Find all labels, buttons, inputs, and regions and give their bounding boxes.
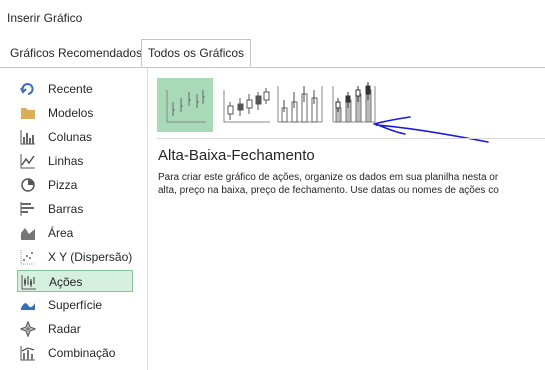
subtype-volume-high-low-close[interactable] [272,78,328,132]
window-title: Inserir Gráfico [7,11,83,25]
volume-high-low-close-icon [277,86,323,123]
description-line: Para criar este gráfico de ações, organi… [158,172,499,183]
subtype-open-high-low-close[interactable] [218,78,274,132]
sidebar-item-radar[interactable]: Radar [17,318,133,340]
high-low-close-icon [166,90,206,123]
sidebar-item-label: Barras [48,202,84,216]
sidebar-item-label: Linhas [48,154,84,168]
chart-type-sidebar: Recente Modelos Colunas Linhas Pizza Bar… [0,68,148,370]
sidebar-item-bars[interactable]: Barras [17,198,133,220]
sidebar-item-label: Ações [49,275,83,289]
chart-subtype-description: Para criar este gráfico de ações, organi… [158,171,545,197]
sidebar-item-area[interactable]: Área [17,222,133,244]
sidebar-item-label: Radar [48,322,81,336]
sidebar-item-label: X Y (Dispersão) [48,250,133,264]
tab-bar: Gráficos Recomendados Todos os Gráficos [0,38,545,68]
subtype-high-low-close[interactable] [157,78,213,132]
all-charts-panel: Recente Modelos Colunas Linhas Pizza Bar… [0,68,545,370]
combo-chart-icon [20,346,35,361]
sidebar-item-label: Pizza [48,178,78,192]
annotation-arrow [373,116,489,143]
stock-chart-icon [21,275,36,290]
folder-icon [21,108,35,119]
sidebar-item-label: Recente [48,82,93,96]
sidebar-item-lines[interactable]: Linhas [17,150,133,172]
sidebar-item-label: Colunas [48,130,93,144]
sidebar-item-columns[interactable]: Colunas [17,126,133,148]
sidebar-item-label: Área [48,226,74,240]
sidebar-item-templates[interactable]: Modelos [17,102,133,124]
sidebar-item-scatter[interactable]: X Y (Dispersão) [17,246,133,268]
radar-chart-icon [20,321,36,337]
area-chart-icon [21,228,35,240]
scatter-chart-icon [20,250,35,265]
open-high-low-close-icon [223,88,270,123]
sidebar-item-label: Superfície [48,298,103,312]
sidebar-item-stock[interactable]: Ações [17,270,133,292]
tab-recommended-charts[interactable]: Gráficos Recomendados [4,41,148,65]
sidebar-item-label: Modelos [48,106,94,120]
recent-icon [20,83,34,95]
tab-all-charts[interactable]: Todos os Gráficos [141,39,252,67]
sidebar-item-recent[interactable]: Recente [17,78,133,100]
sidebar-item-combo[interactable]: Combinação [17,342,133,364]
bar-chart-icon [20,202,34,216]
chart-subtype-title: Alta-Baixa-Fechamento [158,147,315,164]
sidebar-item-surface[interactable]: Superfície [17,294,133,316]
sidebar-item-label: Combinação [48,346,116,360]
surface-chart-icon [21,303,35,310]
pie-chart-icon [21,178,35,192]
divider [157,138,545,139]
column-chart-icon [20,130,35,145]
description-line: alta, preço na baixa, preço de fechament… [158,185,499,196]
line-chart-icon [20,154,35,169]
sidebar-item-pie[interactable]: Pizza [17,174,133,196]
